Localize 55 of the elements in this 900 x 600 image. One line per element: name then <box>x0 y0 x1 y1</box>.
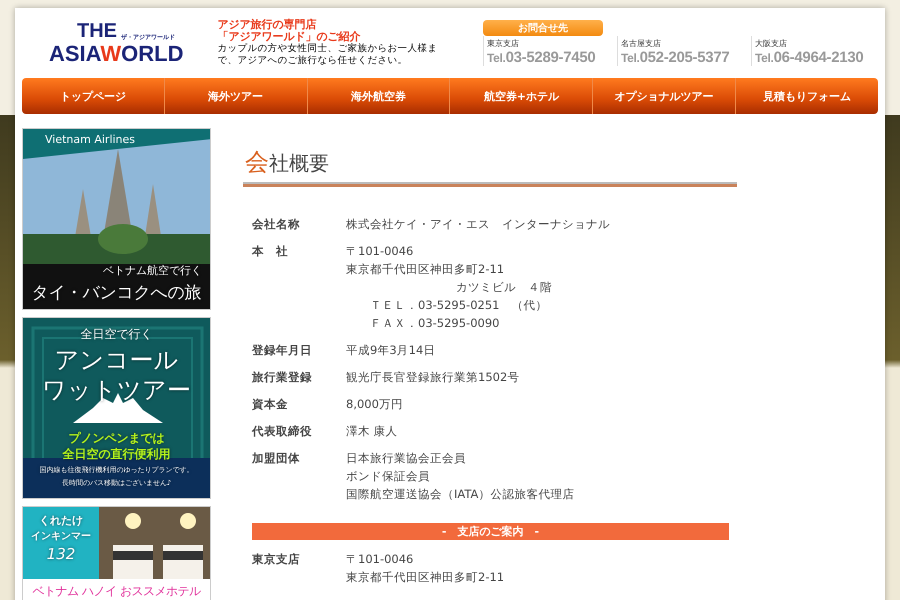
banner-heading: タイ・バンコクへの旅 <box>30 282 202 304</box>
value-text: ボンド保証会員 <box>346 468 431 485</box>
nav-tab[interactable]: 航空券+ホテル <box>449 78 592 114</box>
branch-name: 東京支店 <box>487 38 520 49</box>
phone-number: Tel.052-205-5377 <box>621 49 730 66</box>
banner-text: プノンペンまでは <box>68 430 166 447</box>
banner-heading: ベトナム ハノイ おススメホテル <box>32 583 202 600</box>
banner-text: 132 <box>46 545 76 563</box>
field-label: 加盟団体 <box>252 450 301 467</box>
banner-heading: ワットツアー <box>41 375 192 406</box>
nav-tab[interactable]: 見積もりフォーム <box>735 78 878 114</box>
field-label: 旅行業登録 <box>252 369 313 386</box>
value-text: ＦＡＸ．03-5295-0090 <box>369 315 500 332</box>
value-text: 8,000万円 <box>346 396 403 413</box>
field-label: 代表取締役 <box>252 423 313 440</box>
field-label: 本 社 <box>252 243 289 260</box>
page-title: 会社概要 <box>244 147 330 178</box>
field-label: 登録年月日 <box>252 342 313 359</box>
value-text: 東京都千代田区神田多町2-11 <box>346 261 506 278</box>
value-text: 平成9年3月14日 <box>346 342 436 359</box>
banner-text: 全日空で行く <box>80 326 154 343</box>
nav-tab[interactable]: 海外航空券 <box>306 78 450 114</box>
nav-tab[interactable]: 海外ツアー <box>164 78 307 114</box>
phone-number: Tel.06-4964-2130 <box>755 49 864 66</box>
tagline-text: カップルの方や女性同士、ご家族からお一人様まで、アジアへのご旅行なら任せください。 <box>217 43 438 67</box>
value-text: 〒101-0046 <box>346 551 414 568</box>
banner-heading: アンコール <box>54 345 180 376</box>
brand-text: Vietnam Airlines <box>45 133 136 146</box>
value-text: 東京都千代田区神田多町2-11 <box>346 569 504 586</box>
banner-text: くれたけ <box>38 513 84 528</box>
tagline-title: アジア旅行の専門店 <box>217 19 318 31</box>
phone-number: Tel.03-5289-7450 <box>487 49 596 66</box>
tagline-title: 「アジアワールド」のご紹介 <box>217 31 362 43</box>
field-label: 東京支店 <box>252 551 301 568</box>
branch-name: 大阪支店 <box>755 38 788 49</box>
value-text: 株式会社ケイ・アイ・エス インターナショナル <box>346 216 610 233</box>
nav-tab[interactable]: オプショナルツアー <box>592 78 736 114</box>
value-text: ＴＥＬ．03-5295-0251 （代） <box>369 297 548 314</box>
banner-text: 全日空の直行便利用 <box>62 446 172 463</box>
value-text: 澤木 康人 <box>346 423 398 440</box>
section-heading: - 支店のご案内 - <box>252 523 729 540</box>
ad-banner[interactable]: Vietnam Airlines ベトナム航空で行く タイ・バンコクへの旅 <box>22 128 211 310</box>
banner-text: インキンマー <box>30 530 92 543</box>
value-text: 国際航空運送協会（IATA）公認旅客代理店 <box>346 486 574 503</box>
field-label: 会社名称 <box>252 216 301 233</box>
value-text: 日本旅行業協会正会員 <box>346 450 467 467</box>
branch-name: 名古屋支店 <box>621 38 662 49</box>
ad-banner[interactable]: くれたけ インキンマー 132 ベトナム ハノイ おススメホテル <box>22 506 211 600</box>
banner-text: ベトナム航空で行く <box>102 263 202 278</box>
value-text: 〒101-0046 <box>346 243 414 260</box>
nav-tab[interactable]: トップページ <box>22 78 164 114</box>
value-text: 観光庁長官登録旅行業第1502号 <box>346 369 520 386</box>
field-label: 資本金 <box>252 396 289 413</box>
value-text: カツミビル ４階 <box>455 279 552 296</box>
contact-label: お問合せ先 <box>483 20 603 36</box>
